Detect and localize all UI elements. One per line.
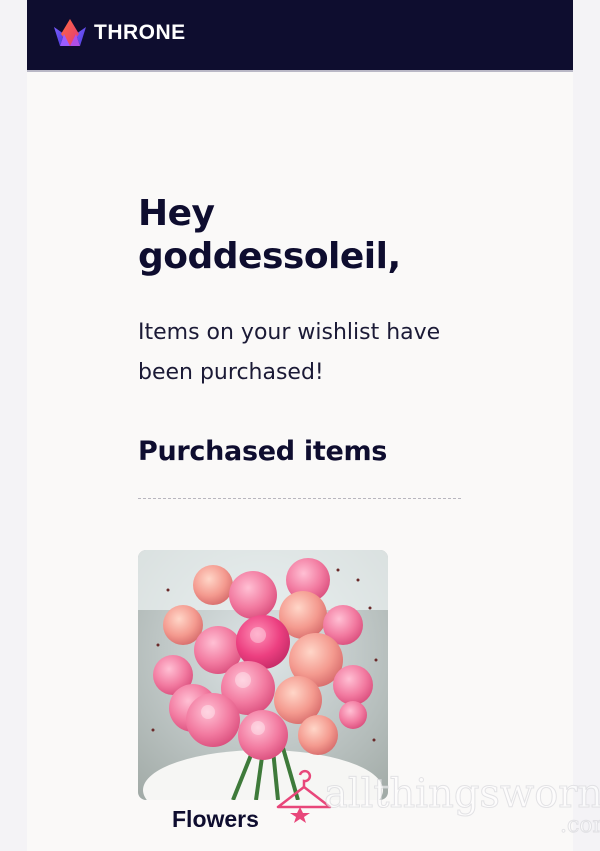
item-name-flowers[interactable]: Flowers <box>172 806 259 833</box>
watermark-suffix: .com <box>559 813 600 839</box>
brand-logo[interactable]: THRONE <box>53 18 186 48</box>
purchase-message: Items on your wishlist have been purchas… <box>138 320 441 385</box>
item-image-flowers[interactable] <box>138 550 388 800</box>
email-card: THRONE Hey goddessoleil, Items on your w… <box>27 0 600 851</box>
brand-name: THRONE <box>94 21 186 44</box>
header-bar: THRONE <box>27 0 573 72</box>
divider <box>138 498 461 499</box>
greeting-username: goddessoleil, <box>138 236 401 277</box>
purchased-items-heading: Purchased items <box>138 436 388 467</box>
greeting-hey: Hey <box>138 193 215 234</box>
crown-logo-icon <box>53 18 87 48</box>
